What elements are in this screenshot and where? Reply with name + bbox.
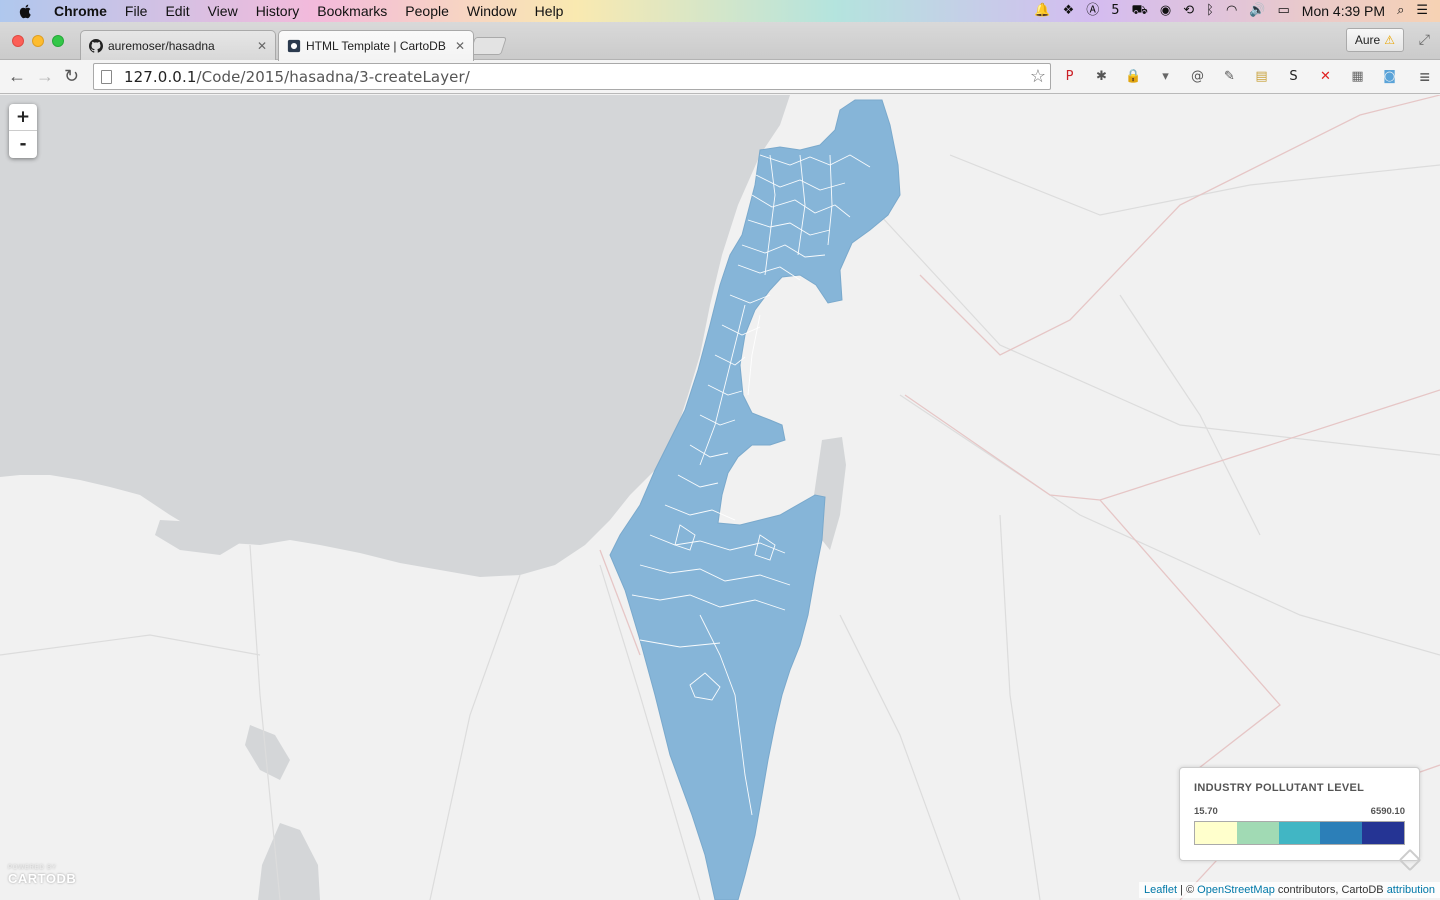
pocket-icon[interactable]: ▾ [1154,65,1177,88]
bookmark-star-icon[interactable]: ☆ [1030,66,1046,87]
menu-history[interactable]: History [256,0,300,22]
notepad-icon[interactable]: ▤ [1250,65,1273,88]
github-status-icon[interactable]: ◉ [1160,0,1171,22]
apple-icon[interactable] [18,3,34,19]
url-host: 127.0.0.1 [124,67,197,86]
cartodb-logo-text: CARTODB [8,871,77,886]
cartodb-logo[interactable]: POWERED BY CARTODB [8,865,76,886]
osm-link[interactable]: OpenStreetMap [1197,884,1275,896]
legend-min: 15.70 [1194,806,1218,817]
legend-color-bar [1194,821,1405,845]
adobe-icon[interactable]: Ⓐ [1086,0,1099,22]
screenshot-icon[interactable]: S [1282,65,1305,88]
legend-title: INDUSTRY POLLUTANT LEVEL [1194,782,1365,794]
menu-help[interactable]: Help [535,0,564,22]
back-arrow-icon[interactable]: ← [8,66,26,86]
attribution-link[interactable]: attribution [1387,884,1435,896]
legend-max: 6590.10 [1370,806,1405,817]
notification-center-icon[interactable]: ☰ [1416,0,1428,22]
zoom-in-button[interactable]: + [9,104,37,131]
badge-count: 5 [1111,3,1120,18]
battery-icon[interactable]: ▭ [1278,0,1290,22]
menu-edit[interactable]: Edit [165,0,189,22]
dropbox-icon[interactable]: ❖ [1063,0,1075,22]
page-icon [101,69,112,84]
legend-swatch [1195,822,1237,844]
url-path: /Code/2015/hasadna/3-createLayer/ [196,67,470,86]
extensions-bar: P ✱ 🔒 ▾ @ ✎ ▤ S ✕ ▦ ◙ [1058,65,1401,88]
time-machine-icon[interactable]: ⟲ [1183,0,1194,22]
lock-icon[interactable]: 🔒 [1122,65,1145,88]
map-attribution: Leaflet | © OpenStreetMap contributors, … [1138,882,1440,898]
tab-cartodb[interactable]: HTML Template | CartoDB ✕ [278,30,474,61]
legend-swatch [1362,822,1404,844]
legend-range: 15.70 6590.10 [1194,806,1405,817]
menu-people[interactable]: People [405,0,449,22]
tab-title: HTML Template | CartoDB [306,39,446,53]
profile-name: Aure [1354,33,1381,47]
zoom-out-button[interactable]: - [9,131,37,158]
menu-bookmarks[interactable]: Bookmarks [317,0,387,22]
volume-icon[interactable]: 🔊 [1249,0,1265,22]
grid-icon[interactable]: ▦ [1346,65,1369,88]
window-minimize-button[interactable] [32,35,44,47]
leaflet-link[interactable]: Leaflet [1144,884,1177,896]
menubar-clock[interactable]: Mon 4:39 PM [1302,3,1385,19]
zoom-control: + - [9,104,37,158]
menu-window[interactable]: Window [467,0,517,22]
asterisk-icon[interactable]: ✱ [1090,65,1113,88]
tab-github[interactable]: auremoser/hasadna ✕ [80,30,276,60]
url-text[interactable]: 127.0.0.1/Code/2015/hasadna/3-createLaye… [124,68,470,86]
menu-file[interactable]: File [125,0,148,22]
bluetooth-icon[interactable]: ᛒ [1206,0,1214,22]
pinterest-icon[interactable]: P [1058,65,1081,88]
truck-icon[interactable]: ⛟ [1132,0,1148,22]
attribution-text: contributors, CartoDB [1274,884,1387,896]
address-bar[interactable]: 127.0.0.1/Code/2015/hasadna/3-createLaye… [93,63,1051,90]
legend-swatch [1320,822,1363,844]
menu-chrome[interactable]: Chrome [54,0,107,22]
x-icon[interactable]: ✕ [1314,65,1337,88]
fullscreen-icon[interactable]: ⤢ [1419,31,1430,48]
menu-view[interactable]: View [208,0,238,22]
spotlight-search-icon[interactable]: ⌕ [1397,0,1404,22]
tab-title: auremoser/hasadna [108,38,215,53]
tab-strip: auremoser/hasadna ✕ HTML Template | Cart… [0,22,1440,61]
close-icon[interactable]: ✕ [257,39,267,53]
forward-arrow-icon[interactable]: → [36,66,54,86]
window-zoom-button[interactable] [52,35,64,47]
map-viewport[interactable]: + - INDUSTRY POLLUTANT LEVEL 15.70 6590.… [0,95,1440,900]
notification-bell-icon[interactable]: 🔔 [1034,0,1050,22]
chrome-menu-icon[interactable]: ≡ [1419,67,1430,88]
new-tab-button[interactable] [469,37,507,55]
macos-menubar: Chrome File Edit View History Bookmarks … [0,0,1440,22]
map-legend: INDUSTRY POLLUTANT LEVEL 15.70 6590.10 [1179,767,1420,861]
github-icon [89,38,103,53]
profile-button[interactable]: Aure ⚠ [1345,28,1404,52]
legend-swatch [1278,822,1321,844]
browser-toolbar: ← → ↻ 127.0.0.1/Code/2015/hasadna/3-crea… [0,60,1440,94]
reload-icon[interactable]: ↻ [64,66,79,86]
warning-icon: ⚠ [1384,33,1395,47]
close-icon[interactable]: ✕ [455,39,465,53]
camera-icon[interactable]: ◙ [1378,65,1401,88]
legend-swatch [1236,822,1279,844]
wifi-icon[interactable]: ◠ [1226,0,1237,22]
attribution-separator: | © [1177,884,1198,896]
at-icon[interactable]: @ [1186,65,1209,88]
window-close-button[interactable] [12,35,24,47]
eyedropper-icon[interactable]: ✎ [1218,65,1241,88]
cartodb-icon [287,39,301,53]
